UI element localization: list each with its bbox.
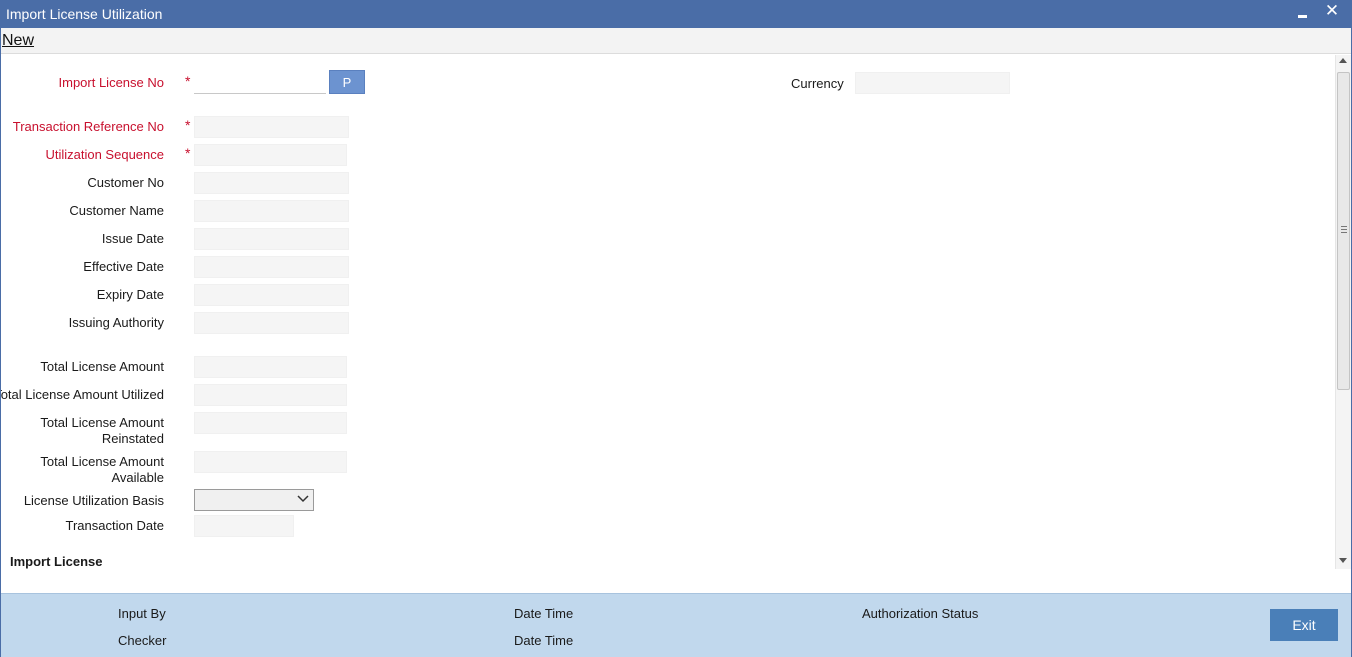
form-area: Import License No * P Currency Transacti… bbox=[1, 55, 1335, 569]
expiry-date-input[interactable] bbox=[194, 284, 349, 306]
total-license-amount-reinstated-label-line1: Total License Amount bbox=[40, 415, 164, 430]
total-license-amount-reinstated-input[interactable] bbox=[194, 412, 347, 434]
total-license-amount-reinstated-label-line2: Reinstated bbox=[101, 431, 164, 446]
transaction-reference-no-label: Transaction Reference No bbox=[12, 119, 164, 134]
authorization-status-label: Authorization Status bbox=[862, 606, 979, 621]
import-license-utilization-window: Import License Utilization ✕ New Import … bbox=[0, 0, 1352, 657]
import-license-section-title: Import License bbox=[10, 554, 103, 569]
currency-input[interactable] bbox=[855, 72, 1010, 94]
total-license-amount-input[interactable] bbox=[194, 356, 347, 378]
checker-label: Checker bbox=[118, 633, 167, 648]
effective-date-label: Effective Date bbox=[83, 259, 164, 274]
import-license-no-label: Import License No bbox=[58, 75, 165, 90]
pickup-button[interactable]: P bbox=[329, 70, 365, 94]
scroll-down-icon[interactable] bbox=[1339, 558, 1347, 563]
customer-no-input[interactable] bbox=[194, 172, 349, 194]
chevron-down-icon bbox=[297, 495, 309, 503]
customer-name-label: Customer Name bbox=[69, 203, 164, 218]
scroll-up-icon[interactable] bbox=[1339, 58, 1347, 63]
new-link[interactable]: New bbox=[2, 32, 34, 50]
total-license-amount-available-input[interactable] bbox=[194, 451, 347, 473]
issuing-authority-input[interactable] bbox=[194, 312, 349, 334]
total-license-amount-utilized-label: Total License Amount Utilized bbox=[1, 387, 164, 402]
expiry-date-label: Expiry Date bbox=[96, 287, 164, 302]
title-bar: Import License Utilization ✕ bbox=[1, 1, 1351, 28]
required-marker: * bbox=[185, 117, 191, 133]
input-by-label: Input By bbox=[118, 606, 166, 621]
transaction-date-input[interactable] bbox=[194, 515, 294, 537]
total-license-amount-utilized-input[interactable] bbox=[194, 384, 347, 406]
customer-name-input[interactable] bbox=[194, 200, 349, 222]
close-icon[interactable]: ✕ bbox=[1323, 1, 1341, 23]
required-marker: * bbox=[185, 145, 191, 161]
issue-date-label: Issue Date bbox=[101, 231, 164, 246]
total-license-amount-label: Total License Amount bbox=[40, 359, 164, 374]
utilization-sequence-input[interactable] bbox=[194, 144, 347, 166]
required-marker: * bbox=[185, 73, 191, 89]
transaction-reference-no-input[interactable] bbox=[194, 116, 349, 138]
utilization-sequence-label: Utilization Sequence bbox=[45, 147, 164, 162]
grip-icon bbox=[1341, 226, 1347, 233]
scrollbar-thumb[interactable] bbox=[1337, 72, 1350, 390]
issue-date-input[interactable] bbox=[194, 228, 349, 250]
minimize-icon[interactable] bbox=[1295, 7, 1311, 23]
total-license-amount-available-label-line1: Total License Amount bbox=[40, 454, 164, 469]
window-title: Import License Utilization bbox=[6, 6, 163, 22]
audit-footer: Input By Date Time Authorization Status … bbox=[1, 593, 1351, 657]
total-license-amount-available-label-line2: Available bbox=[111, 470, 164, 485]
menu-bar: New bbox=[1, 28, 1351, 54]
license-utilization-basis-label: License Utilization Basis bbox=[23, 493, 164, 508]
currency-label: Currency bbox=[791, 76, 844, 91]
date-time-label: Date Time bbox=[514, 606, 574, 621]
issuing-authority-label: Issuing Authority bbox=[68, 315, 164, 330]
vertical-scrollbar[interactable] bbox=[1335, 55, 1351, 569]
license-utilization-basis-select[interactable] bbox=[194, 489, 314, 511]
exit-button[interactable]: Exit bbox=[1270, 609, 1338, 641]
checker-date-time-label: Date Time bbox=[514, 633, 574, 648]
effective-date-input[interactable] bbox=[194, 256, 349, 278]
customer-no-label: Customer No bbox=[87, 175, 164, 190]
import-license-no-input[interactable] bbox=[194, 72, 326, 94]
transaction-date-label: Transaction Date bbox=[65, 518, 164, 533]
